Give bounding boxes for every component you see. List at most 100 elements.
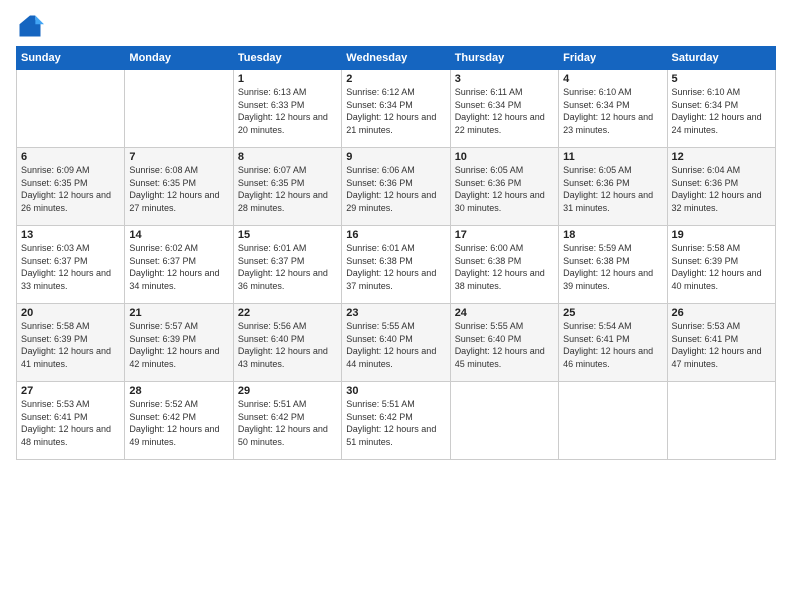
daylight-text: Daylight: 12 hours and 22 minutes.	[455, 112, 545, 135]
logo	[16, 12, 48, 40]
sunrise-text: Sunrise: 6:06 AM	[346, 165, 415, 175]
daylight-text: Daylight: 12 hours and 46 minutes.	[563, 346, 653, 369]
day-info: Sunrise: 6:10 AM Sunset: 6:34 PM Dayligh…	[563, 86, 662, 136]
day-info: Sunrise: 6:01 AM Sunset: 6:37 PM Dayligh…	[238, 242, 337, 292]
sunset-text: Sunset: 6:39 PM	[129, 334, 196, 344]
sunset-text: Sunset: 6:34 PM	[455, 100, 522, 110]
day-cell: 14 Sunrise: 6:02 AM Sunset: 6:37 PM Dayl…	[125, 226, 233, 304]
daylight-text: Daylight: 12 hours and 49 minutes.	[129, 424, 219, 447]
day-info: Sunrise: 6:10 AM Sunset: 6:34 PM Dayligh…	[672, 86, 771, 136]
sunset-text: Sunset: 6:42 PM	[346, 412, 413, 422]
day-cell: 9 Sunrise: 6:06 AM Sunset: 6:36 PM Dayli…	[342, 148, 450, 226]
day-number: 13	[21, 229, 120, 241]
daylight-text: Daylight: 12 hours and 36 minutes.	[238, 268, 328, 291]
day-cell	[559, 382, 667, 460]
day-number: 19	[672, 229, 771, 241]
week-row: 1 Sunrise: 6:13 AM Sunset: 6:33 PM Dayli…	[17, 70, 776, 148]
sunrise-text: Sunrise: 6:10 AM	[563, 87, 632, 97]
day-number: 22	[238, 307, 337, 319]
day-cell: 13 Sunrise: 6:03 AM Sunset: 6:37 PM Dayl…	[17, 226, 125, 304]
daylight-text: Daylight: 12 hours and 24 minutes.	[672, 112, 762, 135]
day-info: Sunrise: 6:07 AM Sunset: 6:35 PM Dayligh…	[238, 164, 337, 214]
day-info: Sunrise: 6:01 AM Sunset: 6:38 PM Dayligh…	[346, 242, 445, 292]
header-cell: Thursday	[450, 47, 558, 70]
day-info: Sunrise: 5:54 AM Sunset: 6:41 PM Dayligh…	[563, 320, 662, 370]
sunrise-text: Sunrise: 6:00 AM	[455, 243, 524, 253]
day-number: 21	[129, 307, 228, 319]
sunset-text: Sunset: 6:38 PM	[563, 256, 630, 266]
day-info: Sunrise: 5:55 AM Sunset: 6:40 PM Dayligh…	[455, 320, 554, 370]
daylight-text: Daylight: 12 hours and 29 minutes.	[346, 190, 436, 213]
day-cell: 1 Sunrise: 6:13 AM Sunset: 6:33 PM Dayli…	[233, 70, 341, 148]
daylight-text: Daylight: 12 hours and 28 minutes.	[238, 190, 328, 213]
logo-icon	[16, 12, 44, 40]
day-number: 27	[21, 385, 120, 397]
day-cell: 6 Sunrise: 6:09 AM Sunset: 6:35 PM Dayli…	[17, 148, 125, 226]
day-number: 4	[563, 73, 662, 85]
daylight-text: Daylight: 12 hours and 45 minutes.	[455, 346, 545, 369]
sunset-text: Sunset: 6:40 PM	[238, 334, 305, 344]
sunrise-text: Sunrise: 6:08 AM	[129, 165, 198, 175]
day-cell: 29 Sunrise: 5:51 AM Sunset: 6:42 PM Dayl…	[233, 382, 341, 460]
sunrise-text: Sunrise: 5:54 AM	[563, 321, 632, 331]
day-number: 23	[346, 307, 445, 319]
day-info: Sunrise: 6:13 AM Sunset: 6:33 PM Dayligh…	[238, 86, 337, 136]
daylight-text: Daylight: 12 hours and 21 minutes.	[346, 112, 436, 135]
day-number: 12	[672, 151, 771, 163]
header-cell: Friday	[559, 47, 667, 70]
header	[16, 12, 776, 40]
day-info: Sunrise: 6:11 AM Sunset: 6:34 PM Dayligh…	[455, 86, 554, 136]
day-number: 17	[455, 229, 554, 241]
day-cell: 12 Sunrise: 6:04 AM Sunset: 6:36 PM Dayl…	[667, 148, 775, 226]
daylight-text: Daylight: 12 hours and 43 minutes.	[238, 346, 328, 369]
day-number: 30	[346, 385, 445, 397]
day-number: 5	[672, 73, 771, 85]
day-number: 1	[238, 73, 337, 85]
day-number: 6	[21, 151, 120, 163]
sunset-text: Sunset: 6:38 PM	[346, 256, 413, 266]
day-cell: 30 Sunrise: 5:51 AM Sunset: 6:42 PM Dayl…	[342, 382, 450, 460]
day-cell: 11 Sunrise: 6:05 AM Sunset: 6:36 PM Dayl…	[559, 148, 667, 226]
sunrise-text: Sunrise: 5:58 AM	[672, 243, 741, 253]
sunset-text: Sunset: 6:35 PM	[21, 178, 88, 188]
sunrise-text: Sunrise: 5:55 AM	[346, 321, 415, 331]
sunrise-text: Sunrise: 6:02 AM	[129, 243, 198, 253]
daylight-text: Daylight: 12 hours and 27 minutes.	[129, 190, 219, 213]
sunset-text: Sunset: 6:38 PM	[455, 256, 522, 266]
sunset-text: Sunset: 6:37 PM	[129, 256, 196, 266]
day-cell: 17 Sunrise: 6:00 AM Sunset: 6:38 PM Dayl…	[450, 226, 558, 304]
day-info: Sunrise: 6:08 AM Sunset: 6:35 PM Dayligh…	[129, 164, 228, 214]
day-cell: 2 Sunrise: 6:12 AM Sunset: 6:34 PM Dayli…	[342, 70, 450, 148]
day-number: 8	[238, 151, 337, 163]
sunrise-text: Sunrise: 5:51 AM	[346, 399, 415, 409]
sunrise-text: Sunrise: 5:53 AM	[21, 399, 90, 409]
header-row: SundayMondayTuesdayWednesdayThursdayFrid…	[17, 47, 776, 70]
day-number: 2	[346, 73, 445, 85]
day-number: 24	[455, 307, 554, 319]
day-info: Sunrise: 5:53 AM Sunset: 6:41 PM Dayligh…	[21, 398, 120, 448]
day-cell: 10 Sunrise: 6:05 AM Sunset: 6:36 PM Dayl…	[450, 148, 558, 226]
day-info: Sunrise: 6:00 AM Sunset: 6:38 PM Dayligh…	[455, 242, 554, 292]
day-cell	[667, 382, 775, 460]
week-row: 20 Sunrise: 5:58 AM Sunset: 6:39 PM Dayl…	[17, 304, 776, 382]
sunrise-text: Sunrise: 5:53 AM	[672, 321, 741, 331]
daylight-text: Daylight: 12 hours and 37 minutes.	[346, 268, 436, 291]
day-info: Sunrise: 6:06 AM Sunset: 6:36 PM Dayligh…	[346, 164, 445, 214]
daylight-text: Daylight: 12 hours and 41 minutes.	[21, 346, 111, 369]
day-number: 16	[346, 229, 445, 241]
sunset-text: Sunset: 6:34 PM	[563, 100, 630, 110]
sunrise-text: Sunrise: 6:01 AM	[346, 243, 415, 253]
day-number: 29	[238, 385, 337, 397]
day-cell: 15 Sunrise: 6:01 AM Sunset: 6:37 PM Dayl…	[233, 226, 341, 304]
daylight-text: Daylight: 12 hours and 23 minutes.	[563, 112, 653, 135]
day-cell: 4 Sunrise: 6:10 AM Sunset: 6:34 PM Dayli…	[559, 70, 667, 148]
sunset-text: Sunset: 6:37 PM	[21, 256, 88, 266]
day-info: Sunrise: 5:57 AM Sunset: 6:39 PM Dayligh…	[129, 320, 228, 370]
sunrise-text: Sunrise: 5:51 AM	[238, 399, 307, 409]
header-cell: Monday	[125, 47, 233, 70]
sunrise-text: Sunrise: 5:55 AM	[455, 321, 524, 331]
day-number: 11	[563, 151, 662, 163]
day-info: Sunrise: 5:51 AM Sunset: 6:42 PM Dayligh…	[238, 398, 337, 448]
daylight-text: Daylight: 12 hours and 39 minutes.	[563, 268, 653, 291]
sunset-text: Sunset: 6:39 PM	[21, 334, 88, 344]
